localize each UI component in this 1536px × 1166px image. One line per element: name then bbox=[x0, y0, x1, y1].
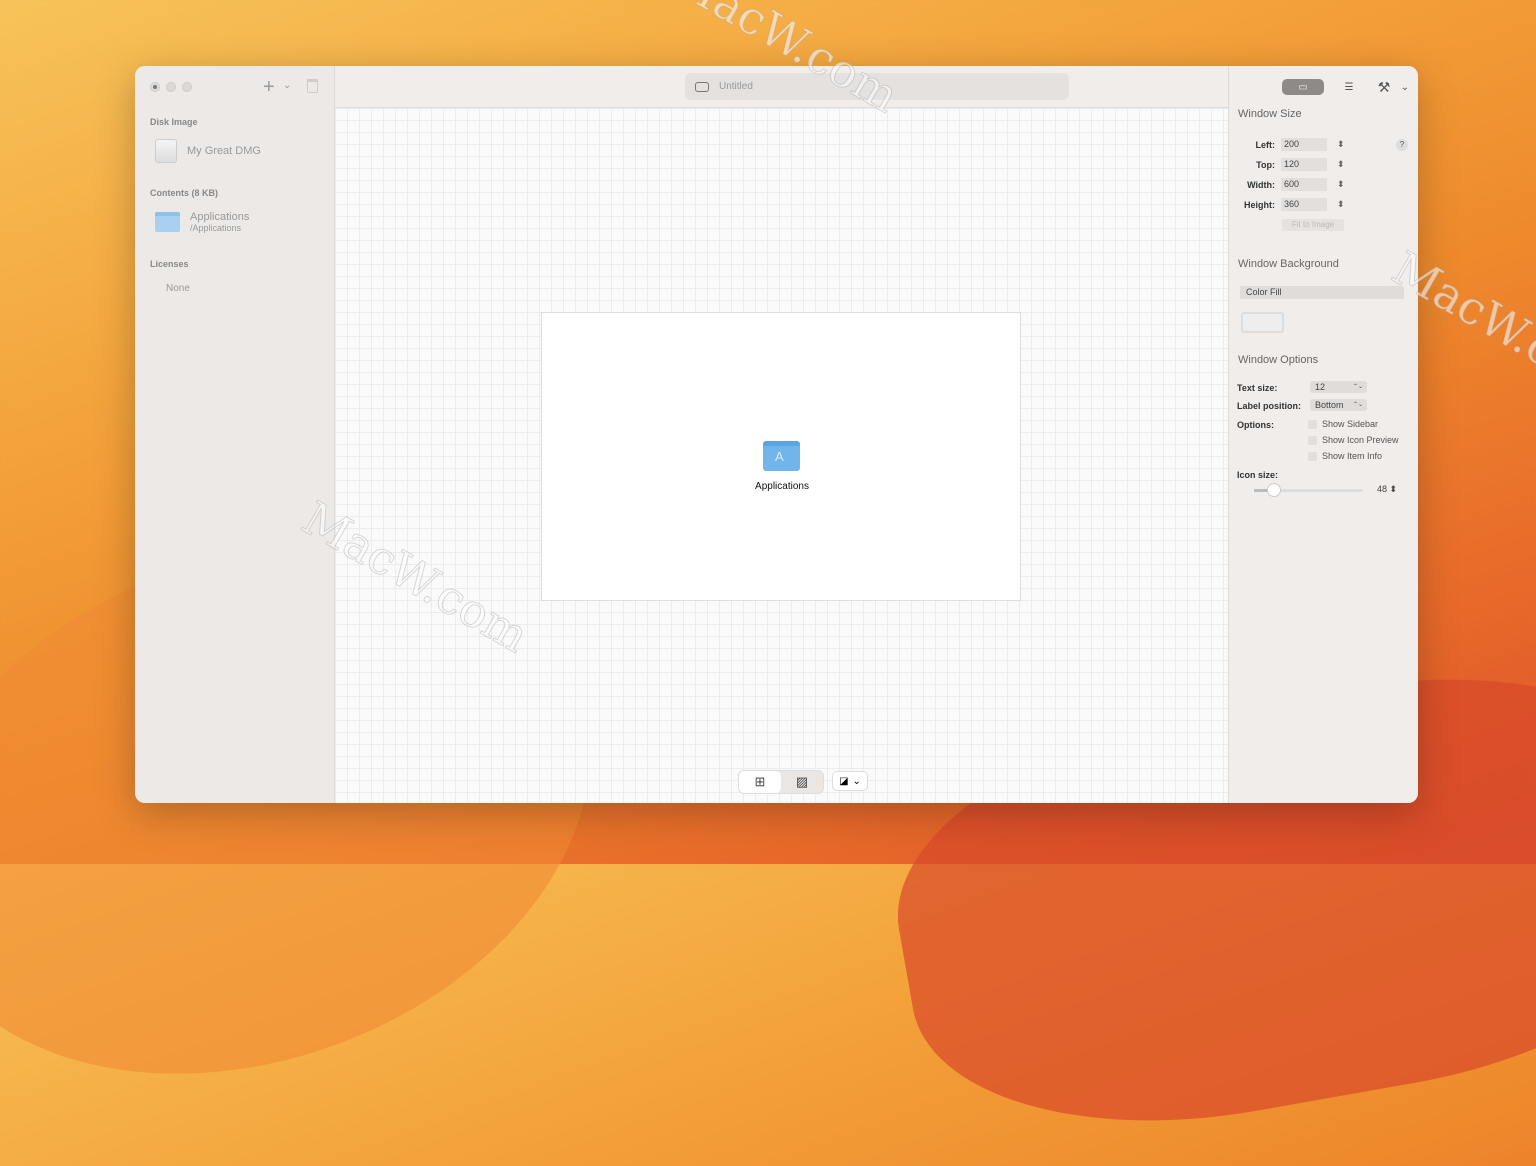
width-label: Width: bbox=[1247, 179, 1275, 190]
hammer-icon[interactable]: ⚒ bbox=[1374, 79, 1394, 95]
add-button[interactable]: + bbox=[263, 76, 275, 99]
inspector-tabs: ▭ ☰ ⚒ ⌄ bbox=[1282, 79, 1412, 95]
show-sidebar-checkbox[interactable]: Show Sidebar bbox=[1308, 419, 1378, 429]
width-input[interactable]: 600 bbox=[1281, 178, 1327, 191]
stepper-icon[interactable]: ⬍ bbox=[1337, 199, 1345, 210]
stepper-icon[interactable]: ⬍ bbox=[1337, 139, 1345, 150]
trash-icon[interactable] bbox=[307, 79, 318, 93]
window-controls bbox=[150, 82, 192, 92]
title-field[interactable]: Untitled bbox=[685, 73, 1069, 100]
top-label: Top: bbox=[1256, 159, 1275, 170]
bottom-bar: ⊞ ▨ ◪ ⌄ bbox=[738, 770, 868, 794]
view-segment: ⊞ ▨ bbox=[738, 770, 824, 794]
show-sidebar-label: Show Sidebar bbox=[1322, 419, 1379, 429]
document-title: Untitled bbox=[719, 81, 753, 92]
zoom-button[interactable] bbox=[182, 82, 192, 92]
app-store-glyph: A bbox=[775, 449, 784, 464]
window-background-title: Window Background bbox=[1238, 258, 1339, 270]
toolbar: Untitled bbox=[335, 66, 1228, 108]
show-item-info-checkbox[interactable]: Show Item Info bbox=[1308, 451, 1382, 461]
appearance-button[interactable]: ◪ ⌄ bbox=[832, 771, 868, 791]
disk-icon bbox=[155, 139, 177, 163]
top-row: Top: 120 ⬍ bbox=[1229, 158, 1345, 171]
stepper-icon[interactable]: ⬍ bbox=[1337, 179, 1345, 190]
window-size-title: Window Size bbox=[1238, 108, 1302, 120]
contents-header: Contents (8 KB) bbox=[150, 188, 218, 198]
disk-name: My Great DMG bbox=[187, 145, 261, 157]
icon-size-label: Icon size: bbox=[1237, 470, 1279, 480]
close-button[interactable] bbox=[150, 82, 160, 92]
left-input[interactable]: 200 bbox=[1281, 138, 1327, 151]
show-icon-preview-checkbox[interactable]: Show Icon Preview bbox=[1308, 435, 1399, 445]
sidebar: + ⌄ Disk Image My Great DMG Contents (8 … bbox=[135, 66, 335, 803]
applications-label: Applications bbox=[755, 481, 809, 492]
stepper-icon[interactable]: ⬍ bbox=[1390, 484, 1398, 494]
dmg-window-preview[interactable]: A Applications bbox=[541, 312, 1021, 601]
width-row: Width: 600 ⬍ bbox=[1229, 178, 1345, 191]
folder-icon bbox=[155, 212, 180, 232]
tab-window-icon[interactable]: ▭ bbox=[1282, 79, 1324, 95]
height-row: Height: 360 ⬍ bbox=[1229, 198, 1345, 211]
licenses-header: Licenses bbox=[150, 259, 189, 269]
label-position-select[interactable]: Bottom bbox=[1310, 399, 1367, 411]
background-mode-select[interactable]: Color Fill bbox=[1240, 286, 1404, 299]
stepper-icon[interactable]: ⬍ bbox=[1337, 159, 1345, 170]
add-chevron-icon[interactable]: ⌄ bbox=[283, 80, 291, 91]
icon-size-slider[interactable] bbox=[1254, 483, 1363, 497]
disk-image-header: Disk Image bbox=[150, 117, 198, 127]
drive-icon bbox=[695, 81, 709, 92]
canvas-grid[interactable]: A Applications ⊞ ▨ ◪ ⌄ bbox=[335, 108, 1228, 803]
content-path: /Applications bbox=[190, 223, 242, 233]
icon-size-value[interactable]: 48 ⬍ bbox=[1377, 484, 1397, 495]
text-size-select[interactable]: 12 bbox=[1310, 381, 1367, 393]
image-view-icon[interactable]: ▨ bbox=[781, 771, 823, 793]
chevron-down-icon[interactable]: ⌄ bbox=[1398, 79, 1412, 95]
show-item-info-label: Show Item Info bbox=[1322, 451, 1383, 461]
slider-knob[interactable] bbox=[1267, 483, 1281, 497]
inspector: ▭ ☰ ⚒ ⌄ Window Size Left: 200 ⬍ Top: 120 ⬍ W… bbox=[1228, 66, 1418, 803]
left-row: Left: 200 ⬍ bbox=[1229, 138, 1345, 151]
top-input[interactable]: 120 bbox=[1281, 158, 1327, 171]
grid-view-icon[interactable]: ⊞ bbox=[739, 771, 781, 793]
window-options-title: Window Options bbox=[1238, 354, 1319, 366]
content-item[interactable]: Applications /Applications bbox=[155, 211, 249, 233]
text-size-label: Text size: bbox=[1237, 383, 1278, 393]
disk-item[interactable]: My Great DMG bbox=[155, 139, 261, 163]
label-position-label: Label position: bbox=[1237, 401, 1301, 411]
height-input[interactable]: 360 bbox=[1281, 198, 1327, 211]
content-name: Applications bbox=[190, 211, 250, 223]
chevron-down-icon: ⌄ bbox=[852, 775, 861, 787]
app-window: + ⌄ Disk Image My Great DMG Contents (8 … bbox=[135, 66, 1418, 803]
tab-settings-icon[interactable]: ☰ bbox=[1328, 79, 1370, 95]
applications-folder-icon[interactable]: A bbox=[763, 441, 800, 471]
options-label: Options: bbox=[1237, 420, 1274, 430]
contrast-icon: ◪ bbox=[839, 775, 849, 787]
licenses-value: None bbox=[166, 283, 190, 294]
height-label: Height: bbox=[1244, 199, 1275, 210]
minimize-button[interactable] bbox=[166, 82, 176, 92]
help-button[interactable]: ? bbox=[1396, 139, 1408, 151]
show-icon-preview-label: Show Icon Preview bbox=[1322, 435, 1399, 445]
color-swatch[interactable] bbox=[1241, 312, 1284, 333]
left-label: Left: bbox=[1255, 139, 1276, 150]
fit-to-image-button[interactable]: Fit to Image bbox=[1282, 219, 1344, 231]
